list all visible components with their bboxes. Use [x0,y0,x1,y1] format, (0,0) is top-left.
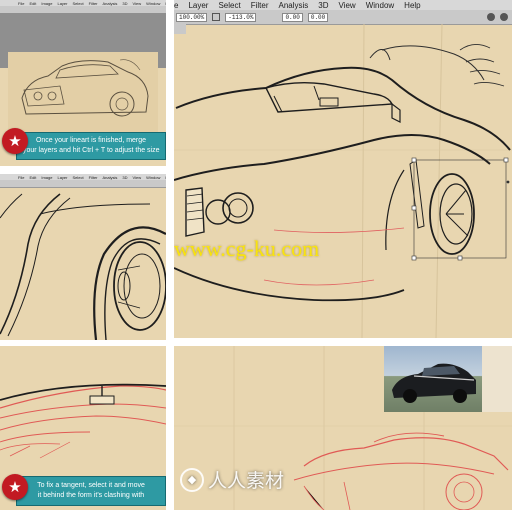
tip-line: your layers and hit Ctrl + T to adjust t… [23,147,160,154]
panel-wheel-closeup: File Edit Image Layer Select Filter Analysis 3D… [0,174,166,340]
panel-main-photoshop: e Layer Select Filter Analysis 3D View W… [174,0,512,338]
site-watermark: www.cg-ku.com [174,236,320,261]
panel-lineart-overview: File Edit Image Layer Select Filter Analysis 3D… [0,0,166,166]
star-badge-icon: ★ [2,474,28,500]
wheel-lineart-drawing [0,193,166,340]
panel-reference-sketch: ◆ 人人素材 [174,346,512,510]
tip-line: it behind the form it's clashing with [37,492,145,499]
logo-watermark: ◆ 人人素材 [180,466,284,493]
tip-callout: Once your lineart is finished, merge you… [16,132,166,160]
logo-watermark-text: 人人素材 [208,470,285,492]
tip-callout: To fix a tangent, select it and move it … [16,476,166,506]
panel-tangent-fix: ★ To fix a tangent, select it and move i… [0,346,166,510]
logo-icon: ◆ [180,467,204,492]
tip-line: Once your lineart is finished, merge [35,137,147,144]
car-photo-silhouette [392,363,476,403]
reference-car-photo [384,346,482,412]
tip-line: To fix a tangent, select it and move [37,482,145,489]
layer-thumb-strip [482,346,512,412]
car-closeup-lineart [174,23,512,338]
star-badge-icon: ★ [2,128,28,154]
